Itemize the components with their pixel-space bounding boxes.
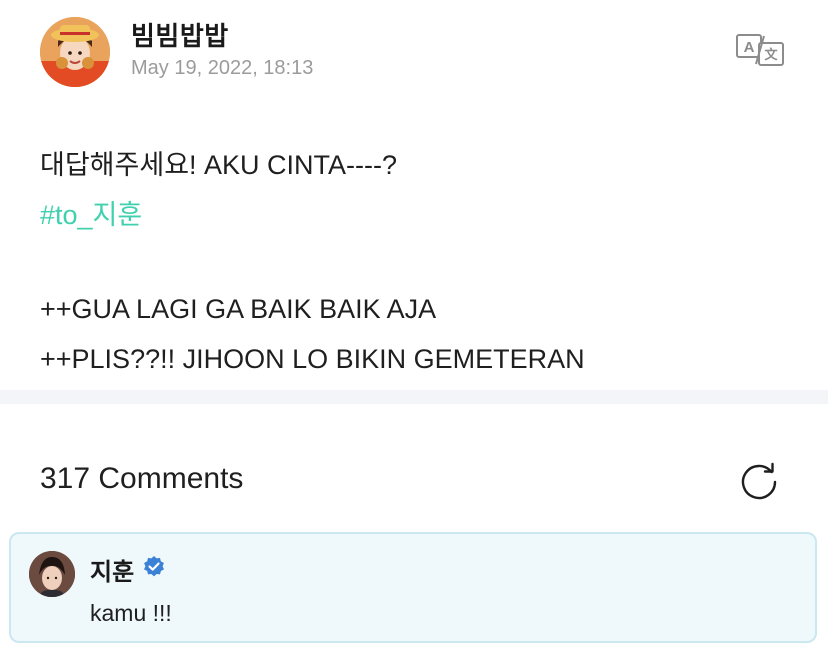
verified-badge-icon (142, 555, 166, 579)
post-line: ++GUA LAGI GA BAIK BAIK AJA (40, 294, 437, 324)
post-body: 대답해주세요! AKU CINTA----? #to_지훈 ++GUA LAGI… (40, 140, 585, 384)
post-date: May 19, 2022, 18:13 (131, 57, 314, 79)
refresh-icon (741, 462, 777, 500)
svg-text:A: A (744, 39, 755, 56)
comment-card[interactable]: 지훈 kamu !!! (9, 532, 817, 643)
refresh-button[interactable] (738, 460, 780, 502)
avatar-image (40, 17, 110, 87)
author-avatar[interactable] (40, 17, 110, 87)
comments-count-title: 317 Comments (40, 462, 244, 495)
section-divider (0, 390, 828, 404)
commenter-avatar[interactable] (29, 551, 75, 597)
translate-icon: A 文 (736, 34, 784, 66)
hashtag-link[interactable]: #to_지훈 (40, 190, 585, 240)
post-page: 빔빔밥밥 May 19, 2022, 18:13 A 文 대답해주세요! AKU… (0, 0, 828, 663)
avatar-image (29, 551, 75, 597)
translate-button[interactable]: A 文 (734, 30, 786, 68)
post-line: ++PLIS??!! JIHOON LO BIKIN GEMETERAN (40, 344, 585, 374)
svg-text:文: 文 (764, 47, 778, 63)
post-line: 대답해주세요! AKU CINTA----? (40, 150, 398, 180)
author-name[interactable]: 빔빔밥밥 (131, 16, 229, 53)
post-header: 빔빔밥밥 May 19, 2022, 18:13 A 文 (0, 0, 828, 110)
commenter-name[interactable]: 지훈 (90, 552, 134, 587)
comment-text: kamu !!! (90, 600, 172, 626)
